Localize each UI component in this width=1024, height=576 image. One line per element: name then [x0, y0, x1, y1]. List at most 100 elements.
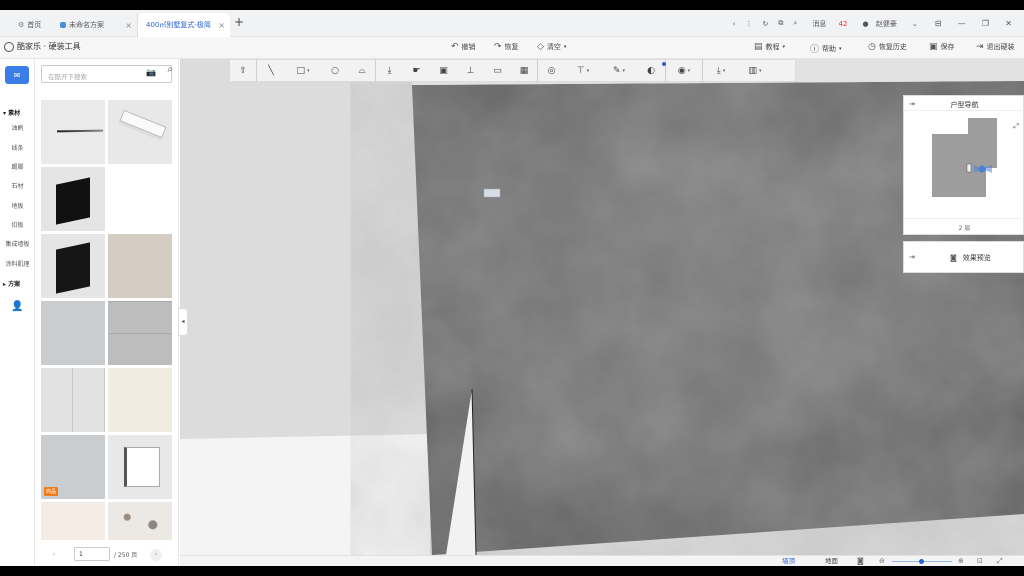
map-icon[interactable]: ▥ ▾ [739, 59, 771, 82]
material-thumb[interactable] [41, 502, 105, 540]
clear-label: 清空 [546, 43, 561, 51]
zoom-slider-handle[interactable] [919, 559, 924, 564]
render-icon[interactable]: ◐ [637, 59, 666, 82]
new-tab-button[interactable]: + [234, 15, 244, 29]
material-thumb[interactable] [108, 100, 172, 164]
chevron-down-icon[interactable]: ⌄ [912, 20, 918, 28]
eye-icon[interactable]: ◉ ▾ [666, 59, 702, 82]
tab-villa[interactable]: 400㎡别墅复式-极简 × [138, 13, 230, 37]
floorplan-minimap[interactable] [904, 111, 1024, 218]
undo-button[interactable]: ↶ 撤销 [451, 42, 476, 52]
sidebar-item-stone[interactable]: 石材 [0, 181, 35, 190]
close-icon[interactable]: × [125, 21, 132, 30]
more-icon[interactable]: ⋮ [746, 20, 753, 28]
material-picker-icon[interactable]: ◎ [538, 59, 565, 82]
message-button[interactable]: 消息 42 [807, 19, 852, 29]
panel-icon[interactable]: ▭ [484, 59, 511, 82]
next-page-button[interactable]: › [150, 549, 162, 561]
chevron-left-icon[interactable]: ‹ [733, 20, 736, 28]
history-label: 恢复历史 [878, 43, 907, 51]
exit-button[interactable]: ⇥ 退出硬装 [976, 42, 1015, 52]
close-icon[interactable]: × [218, 21, 225, 30]
grid-icon[interactable]: ▦ [511, 59, 537, 82]
zoom-out-icon[interactable]: ⊖ [879, 556, 885, 566]
tab-floor[interactable]: 地面 [825, 556, 838, 566]
sidebar-item-floor[interactable]: 地板 [0, 201, 35, 210]
material-thumb[interactable] [41, 234, 105, 298]
frame-icon[interactable]: ▣ [430, 59, 457, 82]
refresh-icon[interactable]: ↻ [763, 20, 769, 28]
redo-button[interactable]: ↷ 恢复 [494, 42, 519, 52]
material-thumb[interactable] [41, 368, 105, 432]
search-icon[interactable]: ⌕ [793, 19, 797, 28]
restore-icon[interactable]: ❐ [982, 19, 989, 28]
material-thumb[interactable] [41, 100, 105, 164]
product-badge: 商品 [44, 487, 59, 496]
push-pull-icon[interactable]: ⤓ [376, 59, 403, 82]
user-icon[interactable]: 👤 [0, 301, 35, 312]
fullscreen-icon[interactable]: ⤢ [997, 556, 1003, 566]
tutorial-button[interactable]: ▤ 教程 ▾ [754, 42, 785, 52]
material-thumb[interactable] [41, 167, 105, 231]
mail-icon[interactable]: ✉ [5, 66, 29, 84]
sidebar-item-panel[interactable]: 扣板 [0, 220, 35, 229]
upload-icon[interactable]: ⇧ [230, 59, 256, 82]
logo-icon [4, 41, 14, 52]
tutorial-label: 教程 [765, 43, 780, 51]
material-thumb[interactable]: 商品 [41, 435, 105, 499]
sidebar-head-materials[interactable]: ▾ 素材 [0, 108, 35, 117]
copy-icon[interactable]: ⧉ [778, 19, 783, 28]
preview-label-group: ◙ 效果预览 [950, 253, 991, 263]
navigator-title: 户型导航 [950, 101, 979, 109]
history-button[interactable]: ◷ 恢复历史 [868, 42, 907, 52]
save-button[interactable]: ▣ 保存 [929, 42, 955, 52]
material-thumb[interactable] [108, 167, 172, 231]
material-thumb[interactable] [108, 502, 172, 540]
collapse-panel-button[interactable]: ◂ [178, 308, 188, 336]
camera-icon[interactable]: 📷 [146, 68, 156, 77]
tab-home[interactable]: ⚙ 首页 [10, 13, 50, 37]
prev-page-button[interactable]: ‹ [48, 549, 60, 561]
selection-marker[interactable] [483, 188, 501, 198]
circle-tool-icon[interactable]: ○ [321, 59, 349, 82]
align-icon[interactable]: ⊤ ▾ [565, 59, 601, 82]
material-thumb[interactable] [108, 368, 172, 432]
material-thumb[interactable] [108, 435, 172, 499]
measure-icon[interactable]: ⊥ [457, 59, 484, 82]
floor-label[interactable]: 2 层 [904, 223, 1024, 232]
help-button[interactable]: ⓘ 帮助 ▾ [810, 42, 842, 56]
sidebar-head-scheme[interactable]: ▸ 方案 [0, 279, 35, 288]
search-icon[interactable]: ⌕ [167, 64, 173, 75]
close-window-icon[interactable]: ✕ [1005, 19, 1012, 28]
material-thumb[interactable] [108, 301, 172, 365]
user-menu[interactable]: ● 赵健豪 [863, 19, 902, 29]
material-thumb[interactable] [41, 301, 105, 365]
download-icon[interactable]: ⤓ ▾ [703, 59, 739, 82]
sidebar-item-lines[interactable]: 线条 [0, 143, 35, 152]
line-tool-icon[interactable]: ╲ [257, 59, 285, 82]
screenshot-icon[interactable]: ◙ [857, 556, 864, 566]
help-label: 帮助 [822, 44, 837, 53]
sidebar-item-paint[interactable]: 油刷 [0, 123, 35, 132]
hand-icon[interactable]: ☛ [403, 59, 430, 82]
sidebar-head-label: 素材 [8, 110, 21, 117]
collapse-arrow-icon[interactable]: ⇥ [909, 253, 915, 261]
drawing-toolbar: ⇧ ╲ □ ▾ ○ ⌓ ⤓ ☛ ▣ ⊥ ▭ ▦ ◎ ⊤ ▾ ✎ ▾ ◐ ◉ ▾ ⤓ ▾ ▥… [229, 59, 796, 82]
clear-button[interactable]: ◇ 清空 ▾ [537, 42, 566, 52]
tab-wall-ceiling[interactable]: 墙顶 [782, 556, 795, 566]
brush-icon[interactable]: ✎ ▾ [601, 59, 637, 82]
material-thumb[interactable] [108, 234, 172, 298]
arc-tool-icon[interactable]: ⌓ [349, 59, 375, 82]
sidebar-item-wallboard[interactable]: 集成墙板 [0, 239, 35, 248]
page-input[interactable]: 1 [74, 547, 110, 561]
rectangle-tool-icon[interactable]: □ ▾ [285, 59, 321, 82]
minimize-icon[interactable]: — [958, 19, 966, 28]
fit-icon[interactable]: ⊡ [977, 556, 983, 566]
3d-viewport[interactable] [180, 59, 1024, 555]
tab-unnamed-scheme[interactable]: 未命名方案 × [52, 13, 138, 37]
zoom-in-icon[interactable]: ⊕ [958, 556, 964, 566]
sidebar-item-baseboard[interactable]: 踢脚 [0, 162, 35, 171]
pin-icon[interactable]: ⊟ [935, 19, 942, 28]
effect-preview-card[interactable]: ⇥ ◙ 效果预览 [903, 241, 1024, 273]
sidebar-item-texture[interactable]: 涂料肌理 [0, 259, 35, 268]
